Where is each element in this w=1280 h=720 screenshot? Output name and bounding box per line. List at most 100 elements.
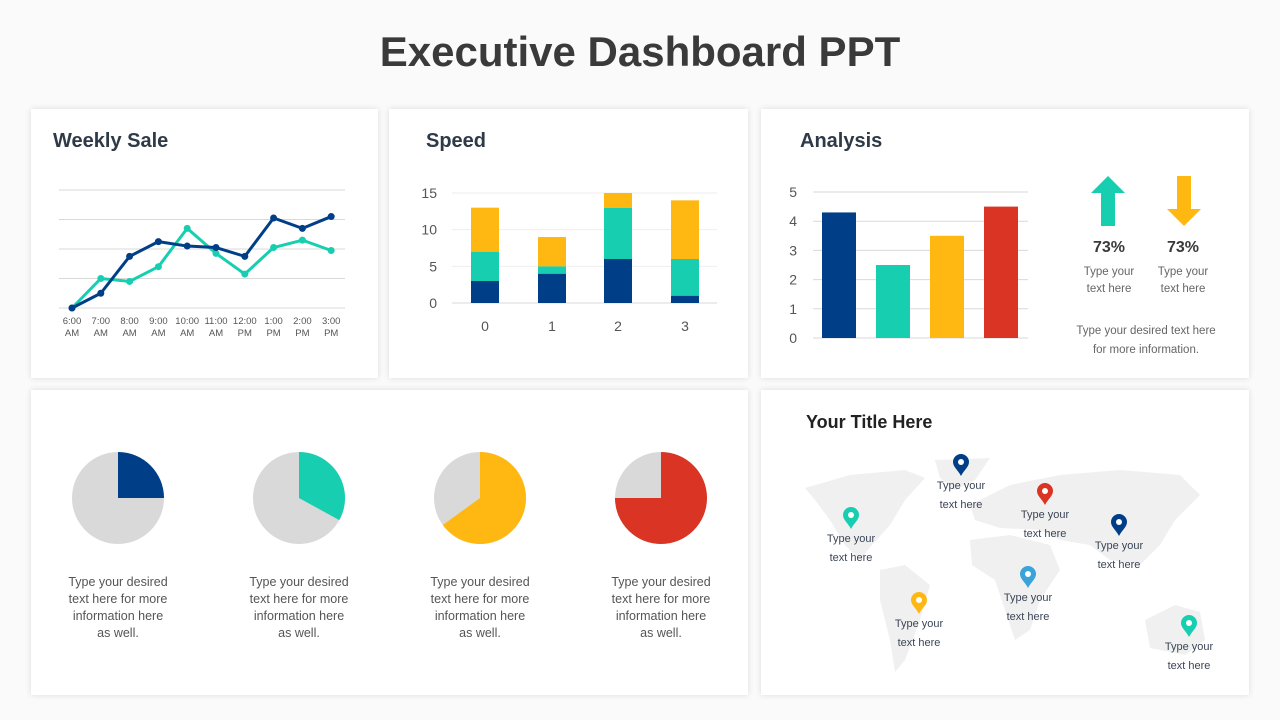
text-line: Type your [1157,266,1209,278]
bar-segment [671,200,699,259]
pin-label-line: text here [1167,660,1211,672]
caption-line: information here [72,609,164,623]
y-tick-label: 1 [789,301,797,317]
caption-line: as well. [278,626,320,640]
x-tick-label: 0 [481,318,489,334]
pin-label-line: text here [897,637,941,649]
text-line: for more information. [1092,344,1200,356]
data-point [154,263,162,271]
y-tick-label: 0 [789,330,797,346]
map-pin-label: Type your text here [884,615,954,653]
bar [876,265,910,338]
caption-line: text here for more [430,592,530,606]
y-tick-label: 3 [789,242,797,258]
analysis-note: Type your desired text here for more info… [1056,322,1236,360]
x-tick-label-line: PM [238,328,252,339]
indicator-down-text: Type your text here [1148,264,1218,298]
pin-label-line: Type your [894,618,944,630]
arrow-up-icon [1091,176,1125,226]
map-pin-label: Type your text here [926,477,996,515]
x-tick-label: 3:00 PM [322,316,341,339]
bar-segment [538,237,566,267]
bar-segment [604,207,632,259]
map-pin-hole [1186,620,1192,626]
x-tick-label: 1 [548,318,556,334]
data-point [154,238,162,246]
y-tick-label: 5 [429,258,437,274]
bar-segment [604,193,632,208]
pin-label-line: text here [1023,528,1067,540]
y-tick-label: 10 [421,222,437,238]
caption-line: as well. [640,626,682,640]
x-tick-label-line: PM [324,328,338,339]
data-point [270,244,278,252]
caption-line: Type your desired [68,575,168,589]
caption-line: information here [615,609,707,623]
data-point [298,236,306,244]
text-line: text here [1160,283,1206,295]
arrow-down-icon [1167,176,1201,226]
y-tick-label: 5 [789,184,797,200]
y-tick-label: 0 [429,295,437,311]
caption-line: as well. [97,626,139,640]
x-tick-label-line: PM [295,328,309,339]
x-tick-label-line: AM [151,328,165,339]
x-tick-label: 12:00 PM [233,316,257,339]
pin-label-line: text here [829,552,873,564]
pie-caption: Type your desired text here for more infor… [229,574,369,642]
bar-segment [471,281,499,303]
x-tick-label-line: AM [209,328,223,339]
caption-line: Type your desired [430,575,530,589]
pie-slice [118,452,164,498]
map-pin-label: Type your text here [1084,537,1154,575]
series-line [71,215,332,310]
x-tick-label-line: 7:00 [92,316,111,327]
x-tick-label-line: 1:00 [264,316,283,327]
text-line: Type your desired text here [1076,325,1216,337]
data-point [270,214,278,222]
map-pin-hole [848,512,854,518]
text-line: text here [1086,283,1132,295]
map-pin-hole [1025,571,1031,577]
bar-segment [471,251,499,281]
pie-caption: Type your desired text here for more infor… [591,574,731,642]
x-tick-label-line: 8:00 [120,316,139,327]
pin-label-line: Type your [936,480,986,492]
bar-segment [471,207,499,252]
pin-label-line: Type your [1094,540,1144,552]
caption-line: information here [253,609,345,623]
data-point [126,277,134,285]
bar [930,235,964,338]
pie-caption: Type your desired text here for more infor… [48,574,188,642]
x-tick-label-line: AM [94,328,108,339]
caption-line: text here for more [611,592,711,606]
data-point [327,246,335,254]
x-tick-label-line: 2:00 [293,316,312,327]
x-tick-label: 9:00 AM [149,316,168,339]
map-pin-hole [1116,519,1122,525]
pin-label-line: Type your [826,533,876,545]
data-point [97,289,105,297]
map-pin-label: Type your text here [1010,506,1080,544]
caption-line: Type your desired [611,575,711,589]
x-tick-label: 1:00 PM [264,316,283,339]
pin-label-line: text here [1006,611,1050,623]
bar-segment [538,266,566,274]
bar-segment [538,273,566,303]
map-pin-hole [1042,488,1048,494]
data-point [68,304,76,312]
map-pin-label: Type your text here [993,589,1063,627]
data-point [241,270,249,278]
text-line: Type your [1083,266,1135,278]
data-point [212,244,220,252]
x-tick-label: 10:00 AM [175,316,199,339]
x-tick-label-line: 11:00 [204,316,227,327]
caption-line: as well. [459,626,501,640]
x-tick-label: 11:00 AM [204,316,227,339]
indicator-up-value: 73% [1092,239,1126,256]
data-point [126,252,134,260]
series-line [70,226,332,310]
x-tick-label: 2 [614,318,622,334]
x-tick-label-line: AM [180,328,194,339]
caption-line: Type your desired [249,575,349,589]
